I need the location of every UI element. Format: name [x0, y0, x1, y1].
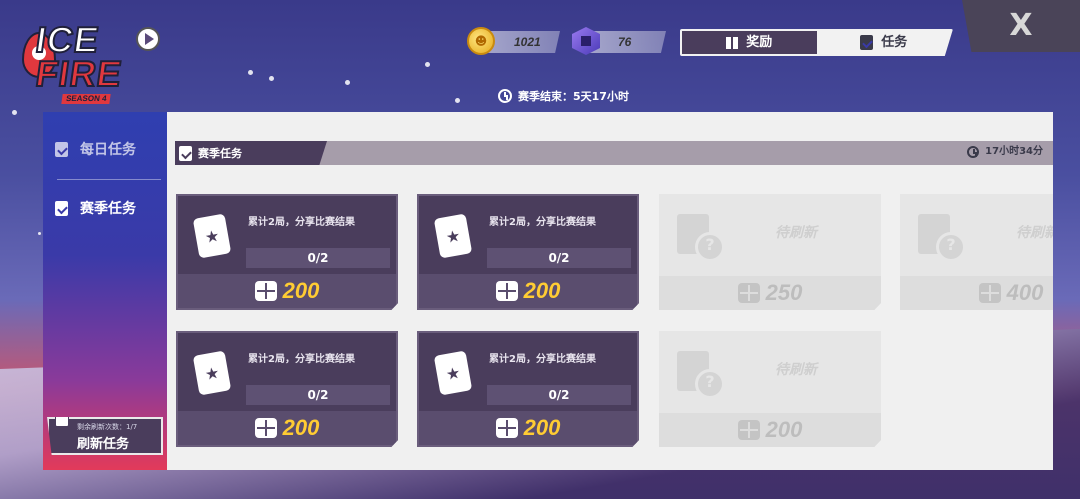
ticket-icon	[495, 281, 518, 301]
reward-amount: 400	[1006, 280, 1044, 305]
pending-task-card: 待刷新 400	[900, 194, 1053, 310]
task-progress: 0/2	[246, 385, 390, 405]
coin-icon: ☻	[467, 27, 495, 55]
pending-label: 待刷新	[775, 225, 817, 241]
clipboard-icon	[55, 142, 68, 157]
section-title-tab: 赛季任务	[175, 141, 327, 165]
star-card-icon: ★	[433, 350, 473, 396]
ticket-icon	[254, 281, 277, 301]
tab-rewards[interactable]: 奖励	[682, 31, 817, 54]
game-logo: ICE FIRE SEASON 4	[22, 16, 134, 104]
sidebar-divider	[57, 179, 161, 180]
task-reward: 200	[419, 274, 637, 308]
clipboard-icon	[179, 145, 192, 161]
clock-icon	[967, 146, 980, 158]
task-description: 累计2局，分享比赛结果	[489, 354, 596, 365]
gem-value: 76	[618, 35, 632, 49]
logo-season-text: SEASON 4	[61, 94, 112, 104]
section-header: 赛季任务 17小时34分	[175, 141, 1053, 165]
top-tab-bar: 奖励 任务	[680, 29, 953, 56]
refresh-timer: 17小时34分	[967, 146, 1043, 158]
task-reward: 200	[178, 274, 396, 308]
tab-tasks-label: 任务	[881, 35, 908, 50]
tab-tasks[interactable]: 任务	[816, 31, 951, 54]
sidebar-item-daily-tasks[interactable]: 每日任务	[55, 142, 136, 157]
task-reward: 400	[900, 276, 1053, 310]
pending-task-card: 待刷新 200	[659, 331, 881, 447]
task-progress: 0/2	[487, 248, 631, 268]
reward-amount: 200	[282, 278, 320, 303]
section-title: 赛季任务	[198, 146, 242, 160]
task-reward: 200	[659, 413, 881, 447]
task-description: 累计2局，分享比赛结果	[489, 217, 596, 228]
refresh-count: 剩余刷新次数：1/7	[77, 423, 138, 431]
clipboard-icon	[55, 201, 68, 216]
close-icon: X	[1009, 8, 1033, 43]
clipboard-icon	[55, 417, 69, 427]
star-card-icon: ★	[192, 350, 232, 396]
task-card[interactable]: ★ 累计2局，分享比赛结果 0/2 200	[176, 331, 398, 447]
task-progress: 0/2	[487, 385, 631, 405]
unknown-task-icon	[918, 214, 966, 262]
task-category-sidebar: 每日任务 赛季任务 剩余刷新次数：1/7 刷新任务	[43, 112, 167, 470]
unknown-task-icon	[677, 351, 725, 399]
pending-label: 待刷新	[1016, 225, 1053, 241]
task-reward: 200	[178, 411, 396, 445]
task-card[interactable]: ★ 累计2局，分享比赛结果 0/2 200	[417, 194, 639, 310]
task-description: 累计2局，分享比赛结果	[248, 354, 355, 365]
reward-amount: 250	[765, 280, 803, 305]
reward-amount: 200	[523, 278, 561, 303]
clock-icon	[498, 89, 512, 103]
refresh-label: 刷新任务	[77, 437, 130, 452]
ticket-icon	[978, 283, 1001, 303]
ticket-icon	[737, 283, 760, 303]
task-panel: 赛季任务 17小时34分 ★ 累计2局，分享比赛结果 0/2 200 ★ 累计2…	[167, 112, 1053, 470]
reward-amount: 200	[282, 415, 320, 440]
task-progress: 0/2	[246, 248, 390, 268]
pending-task-card: 待刷新 250	[659, 194, 881, 310]
star-card-icon: ★	[192, 213, 232, 259]
coin-value: 1021	[514, 35, 541, 49]
sidebar-item-label: 赛季任务	[80, 200, 136, 217]
gift-icon	[726, 36, 739, 49]
pending-label: 待刷新	[775, 362, 817, 378]
task-description: 累计2局，分享比赛结果	[248, 217, 355, 228]
ticket-icon	[254, 418, 277, 438]
logo-fire-text: FIRE	[32, 52, 126, 95]
reward-amount: 200	[523, 415, 561, 440]
unknown-task-icon	[677, 214, 725, 262]
clipboard-icon	[860, 35, 874, 50]
task-reward: 250	[659, 276, 881, 310]
tab-rewards-label: 奖励	[746, 35, 773, 50]
star-card-icon: ★	[433, 213, 473, 259]
refresh-timer-label: 17小时34分	[985, 146, 1043, 157]
season-end-timer: 赛季结束：5天17小时	[498, 88, 629, 104]
task-reward: 200	[419, 411, 637, 445]
task-card[interactable]: ★ 累计2局，分享比赛结果 0/2 200	[176, 194, 398, 310]
refresh-tasks-button[interactable]: 剩余刷新次数：1/7 刷新任务	[47, 417, 163, 455]
sidebar-item-season-tasks[interactable]: 赛季任务	[55, 201, 136, 216]
ticket-icon	[737, 420, 760, 440]
play-icon[interactable]	[136, 27, 160, 51]
sidebar-item-label: 每日任务	[80, 141, 136, 158]
task-card[interactable]: ★ 累计2局，分享比赛结果 0/2 200	[417, 331, 639, 447]
season-end-label: 赛季结束：5天17小时	[518, 89, 629, 103]
close-button[interactable]: X	[962, 0, 1080, 52]
ticket-icon	[495, 418, 518, 438]
reward-amount: 200	[765, 417, 803, 442]
